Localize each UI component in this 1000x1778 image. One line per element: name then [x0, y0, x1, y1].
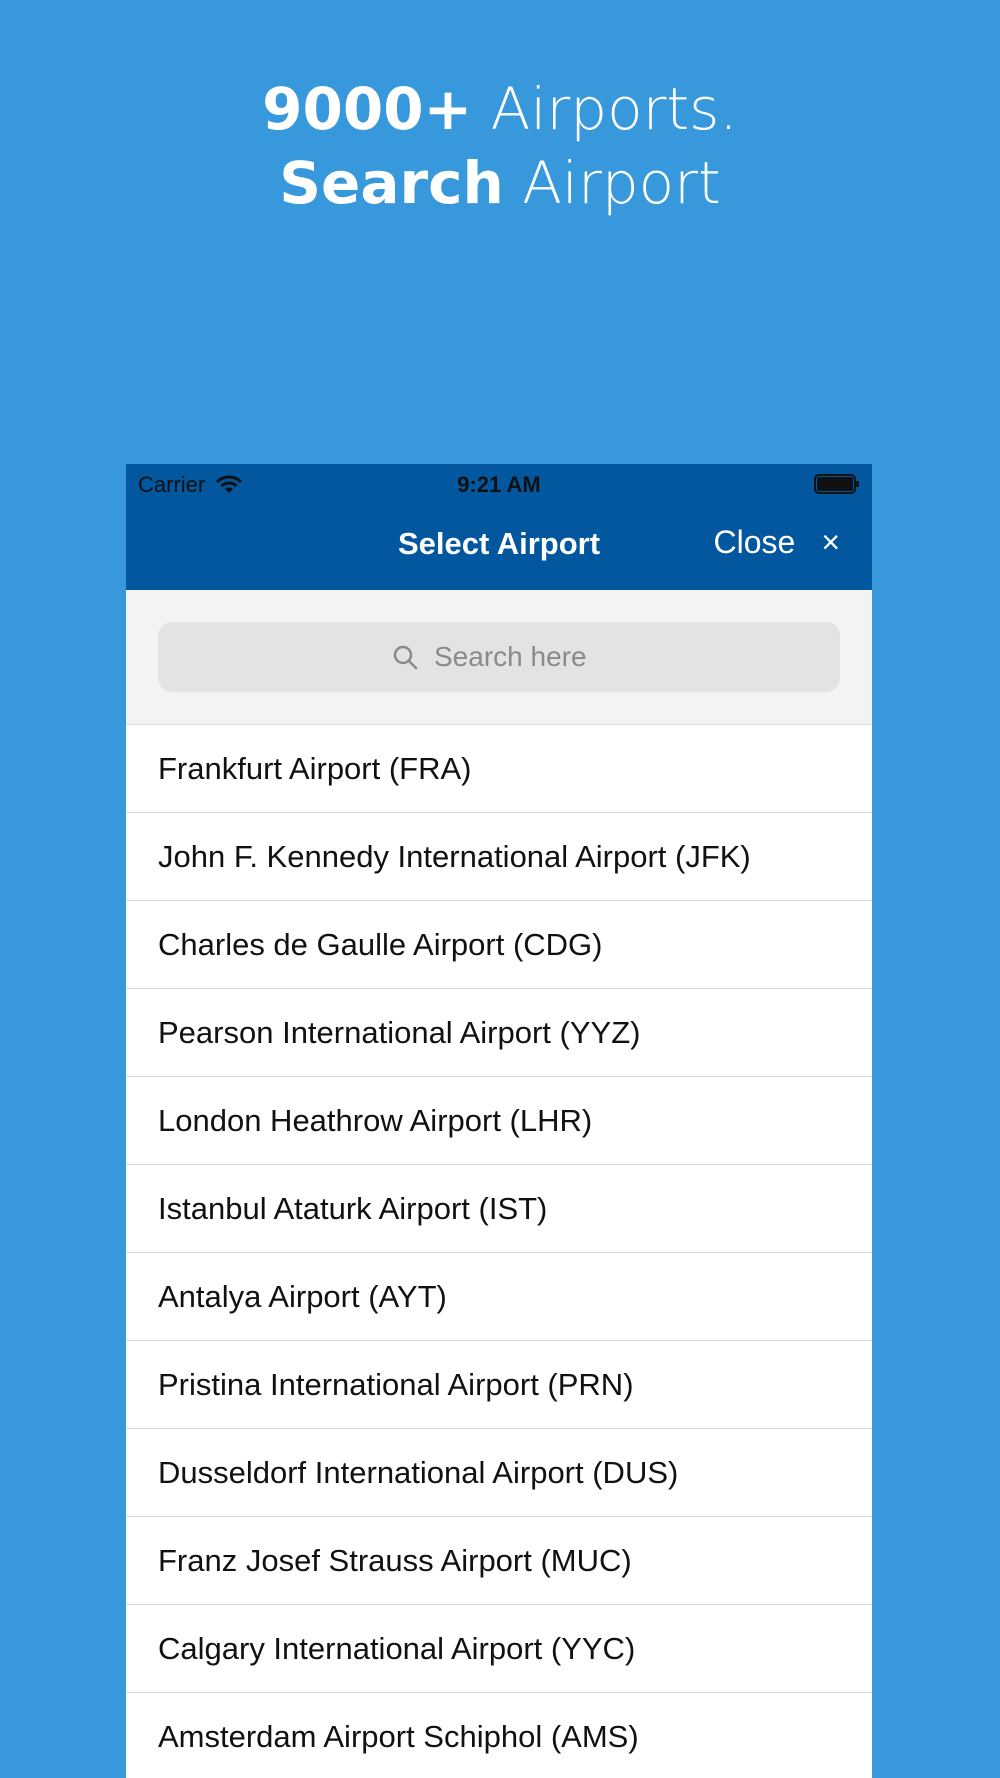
promo-headline: 9000+ Airports. Search Airport	[0, 72, 1000, 220]
airport-list-item[interactable]: Frankfurt Airport (FRA)	[126, 725, 872, 813]
search-input[interactable]	[432, 640, 606, 674]
headline-search: Search	[279, 149, 504, 217]
headline-line-2: Search Airport	[0, 146, 1000, 220]
search-bar[interactable]	[158, 622, 840, 692]
airport-list-item[interactable]: Pristina International Airport (PRN)	[126, 1341, 872, 1429]
airport-list-item[interactable]: Charles de Gaulle Airport (CDG)	[126, 901, 872, 989]
headline-line-1: 9000+ Airports.	[0, 72, 1000, 146]
close-label: Close	[713, 524, 796, 560]
airport-list-item[interactable]: London Heathrow Airport (LHR)	[126, 1077, 872, 1165]
nav-bar: Select Airport Close ×	[126, 504, 872, 590]
headline-airports: Airports.	[472, 75, 738, 143]
airport-list-item[interactable]: Antalya Airport (AYT)	[126, 1253, 872, 1341]
airport-list-item[interactable]: Franz Josef Strauss Airport (MUC)	[126, 1517, 872, 1605]
headline-airport: Airport	[503, 149, 721, 217]
status-bar: Carrier 9:21 AM	[126, 464, 872, 504]
close-icon: ×	[821, 524, 840, 560]
headline-count: 9000+	[262, 75, 473, 143]
status-time: 9:21 AM	[457, 472, 541, 497]
airport-list-item[interactable]: Pearson International Airport (YYZ)	[126, 989, 872, 1077]
airport-list-item[interactable]: Amsterdam Airport Schiphol (AMS)	[126, 1693, 872, 1778]
close-button[interactable]: Close ×	[714, 524, 841, 561]
airport-list-item[interactable]: Istanbul Ataturk Airport (IST)	[126, 1165, 872, 1253]
airport-list-item[interactable]: John F. Kennedy International Airport (J…	[126, 813, 872, 901]
search-area	[126, 590, 872, 725]
airport-list-item[interactable]: Dusseldorf International Airport (DUS)	[126, 1429, 872, 1517]
search-icon	[393, 645, 418, 670]
airport-list: Frankfurt Airport (FRA) John F. Kennedy …	[126, 725, 872, 1778]
airport-list-item[interactable]: Calgary International Airport (YYC)	[126, 1605, 872, 1693]
phone-screen: Carrier 9:21 AM Select Airport Close × S…	[126, 464, 872, 1778]
battery-icon	[814, 474, 859, 494]
